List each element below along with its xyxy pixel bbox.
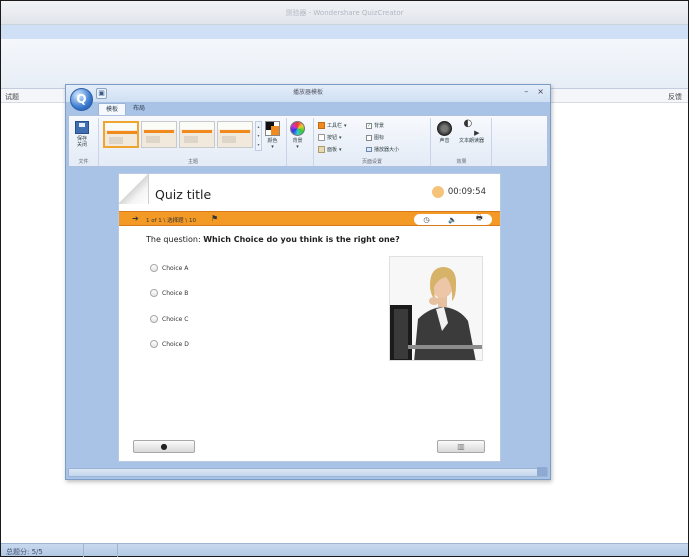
group-caption-page-settings: 页面设置	[361, 159, 382, 165]
radio-button[interactable]	[150, 264, 158, 272]
panel-swatch	[318, 146, 325, 153]
resize-grip[interactable]	[537, 467, 547, 476]
questions-panel-label: 试题	[5, 93, 19, 101]
group-caption-theme: 主题	[187, 159, 198, 165]
question-photo	[389, 256, 483, 361]
quick-save-icon[interactable]: ▣	[96, 88, 107, 99]
theme-thumbnail[interactable]	[103, 121, 139, 148]
ribbon-group-theme: ▴ ▾ ▾ 颜色 ▾ 主题	[100, 118, 287, 166]
flag-icon[interactable]: ⚑	[211, 214, 218, 223]
sound-button[interactable]: 声音	[437, 121, 452, 144]
theme-thumbnail[interactable]	[217, 121, 253, 148]
group-caption-file: 文件	[78, 159, 89, 165]
quiz-preview: Quiz title 00:09:54 ➔ 1 of 1 \ 选择题 \ 10 …	[118, 173, 501, 462]
icon-checkbox[interactable]: 图标	[366, 133, 384, 142]
choice-option[interactable]: Choice A	[150, 264, 188, 272]
tab-layout[interactable]: 布局	[126, 103, 152, 115]
color-wheel-icon	[290, 121, 305, 136]
speaker-icon	[437, 121, 452, 136]
feedback-panel-label: 反馈	[668, 93, 682, 101]
prev-button[interactable]: ●	[133, 440, 195, 453]
theme-thumbnail[interactable]	[141, 121, 177, 148]
quiz-title: Quiz title	[155, 187, 212, 202]
text-to-speech-icon	[464, 121, 480, 136]
print-tool-icon[interactable]: 🖶	[476, 214, 483, 225]
page-curl-decoration	[119, 174, 149, 204]
player-size-option[interactable]: 播放器大小	[366, 145, 399, 154]
save-icon	[75, 121, 89, 134]
panel-color-option[interactable]: 面板 ▾	[318, 145, 342, 154]
app-title: 测验器 - Wondershare QuizCreator	[285, 9, 404, 17]
dialog-title: 播放器模板	[292, 89, 323, 96]
quiz-timer: 00:09:54	[431, 186, 486, 198]
app-ribbon	[1, 39, 688, 89]
ribbon-group-effects: 声音 文本朗读器 效果	[432, 118, 492, 166]
radio-button[interactable]	[150, 289, 158, 297]
toolbar-swatch	[318, 122, 325, 129]
status-divider	[117, 544, 118, 557]
app-logo-button[interactable]: Q	[70, 88, 93, 111]
app-statusbar: 总题分: 5/5	[1, 543, 688, 557]
background-button[interactable]: 背景 ▾	[290, 121, 305, 150]
dialog-horizontal-scrollbar[interactable]	[68, 467, 548, 477]
timer-tool-icon[interactable]: ◷	[423, 216, 429, 224]
button-color-option[interactable]: 按钮 ▾	[318, 133, 342, 142]
tab-template[interactable]: 模板	[98, 103, 127, 115]
color-button[interactable]: 颜色 ▾	[265, 121, 280, 150]
quiz-tool-group: ◷ 🔈 🖶	[414, 214, 492, 225]
choice-option[interactable]: Choice C	[150, 315, 188, 323]
save-close-button[interactable]: 保存 关闭	[75, 121, 89, 148]
ribbon-group-file: 保存 关闭 文件	[69, 118, 99, 166]
dialog-ribbon: 保存 关闭 文件 ▴ ▾ ▾ 颜色 ▾ 主题 背景 ▾ 工具栏 ▾ 按钮 ▾ 面…	[68, 115, 548, 167]
minimize-button[interactable]: –	[524, 87, 528, 96]
status-divider	[83, 544, 84, 557]
timer-icon	[431, 186, 444, 198]
theme-thumbnail[interactable]	[179, 121, 215, 148]
quiz-progress: 1 of 1 \ 选择题 \ 10	[146, 218, 196, 224]
question-text: The question: Which Choice do you think …	[146, 235, 400, 244]
color-swatch-icon	[265, 121, 280, 136]
app-titlebar: 测验器 - Wondershare QuizCreator	[1, 1, 688, 25]
radio-button[interactable]	[150, 315, 158, 323]
quiz-toolbar: ➔ 1 of 1 \ 选择题 \ 10 ⚑ ◷ 🔈 🖶	[119, 211, 500, 226]
choice-option[interactable]: Choice B	[150, 289, 188, 297]
app-ribbon-tabs	[1, 25, 688, 39]
monitor-icon	[366, 147, 372, 152]
player-template-dialog: 播放器模板 Q ▣ – × 模板 布局 保存 关闭 文件 ▴ ▾ ▾ 颜色 ▾ …	[65, 84, 551, 480]
radio-button[interactable]	[150, 340, 158, 348]
group-caption-effects: 效果	[456, 159, 467, 165]
toolbar-color-option[interactable]: 工具栏 ▾	[318, 121, 347, 130]
close-button[interactable]: ×	[537, 87, 544, 96]
theme-gallery-scroll[interactable]: ▴ ▾ ▾	[255, 121, 262, 151]
background-checkbox[interactable]: ✓ 背景	[366, 121, 384, 130]
ribbon-group-page-settings: 工具栏 ▾ 按钮 ▾ 面板 ▾ ✓ 背景 图标 播放器大小 页面设置	[313, 118, 431, 166]
dialog-tabs: 模板 布局	[98, 103, 152, 115]
text-to-speech-button[interactable]: 文本朗读器	[459, 121, 484, 144]
choice-option[interactable]: Choice D	[150, 340, 189, 348]
next-arrow-icon[interactable]: ➔	[132, 214, 139, 223]
sound-tool-icon[interactable]: 🔈	[448, 216, 457, 224]
timer-value: 00:09:54	[447, 187, 486, 197]
dialog-titlebar[interactable]: 播放器模板	[66, 85, 550, 102]
status-text: 总题分: 5/5	[6, 548, 43, 556]
submit-button[interactable]: ▥	[437, 440, 485, 453]
button-swatch	[318, 134, 325, 141]
